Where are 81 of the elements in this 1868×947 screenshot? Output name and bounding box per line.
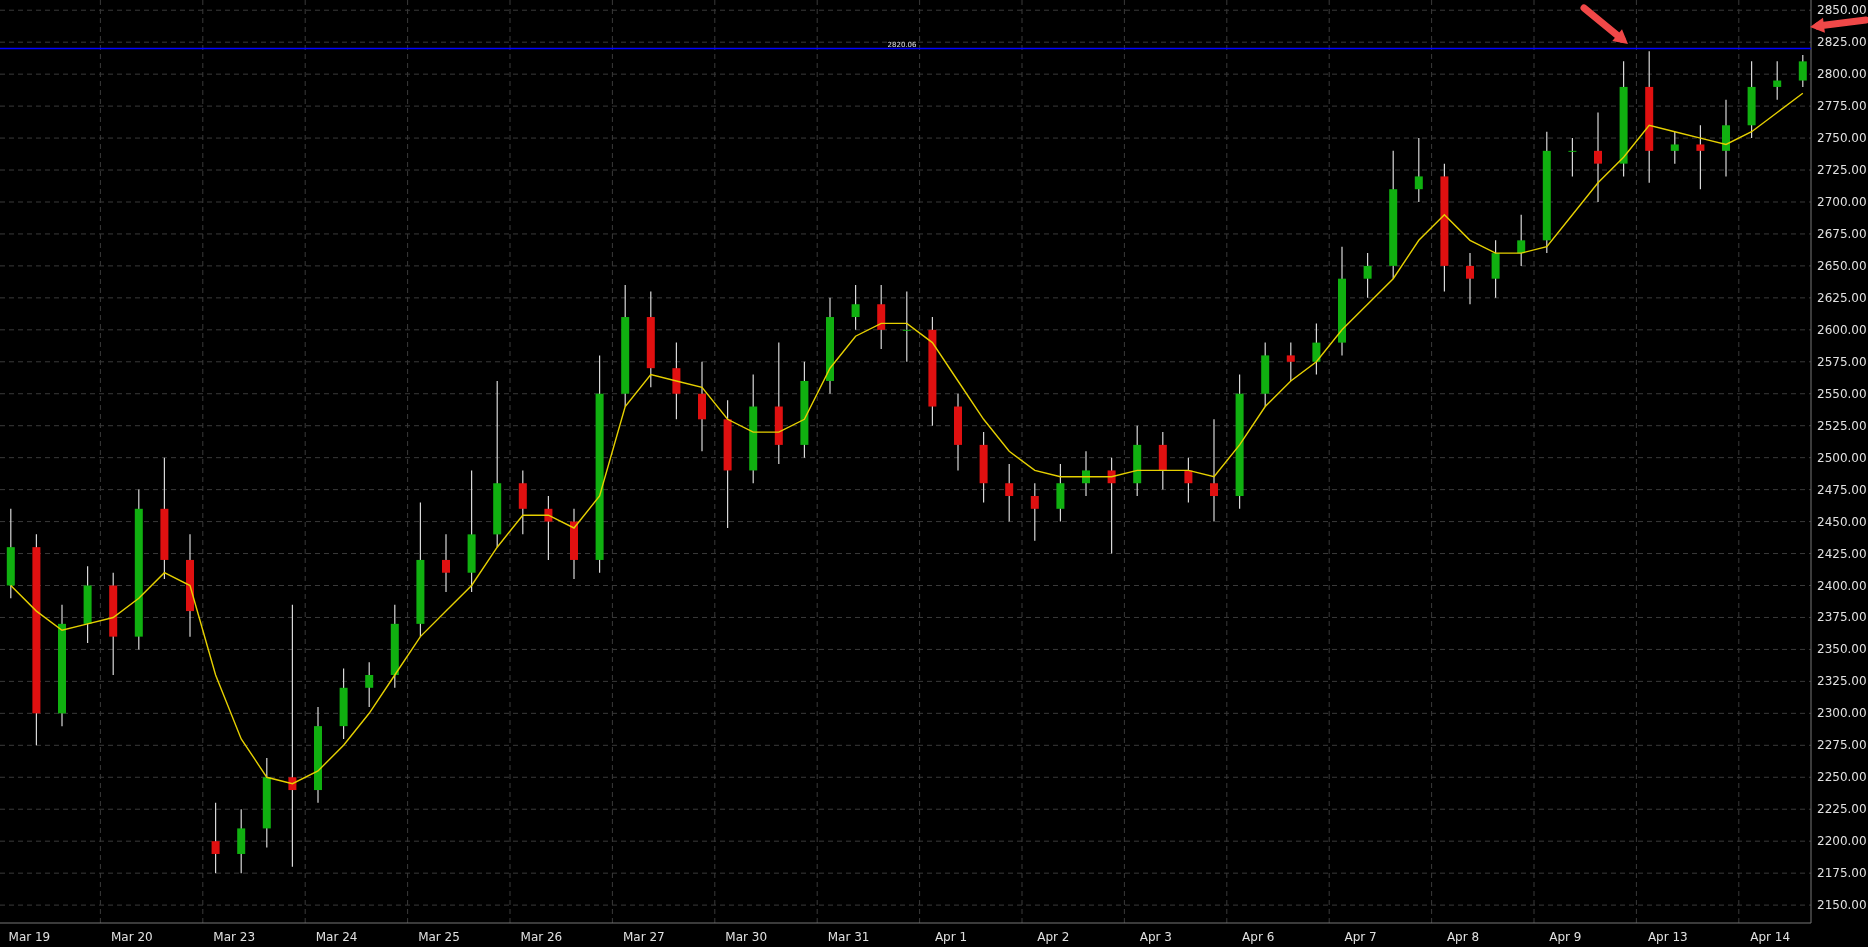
candlestick bbox=[1056, 463, 1065, 523]
y-tick-label: 2850.00 bbox=[1817, 3, 1867, 18]
candlestick bbox=[365, 661, 374, 708]
candlestick bbox=[339, 668, 348, 740]
x-tick-label: Apr 9 bbox=[1549, 930, 1582, 944]
candlestick bbox=[1005, 463, 1014, 523]
candlestick bbox=[1261, 342, 1270, 408]
candlestick bbox=[1696, 124, 1705, 190]
y-tick-label: 2175.00 bbox=[1817, 866, 1867, 881]
y-tick-label: 2800.00 bbox=[1817, 67, 1867, 82]
candlestick bbox=[442, 533, 450, 593]
y-tick-label: 2300.00 bbox=[1817, 706, 1867, 721]
candlestick bbox=[979, 431, 988, 503]
candlestick bbox=[877, 284, 886, 350]
x-tick-label: Apr 1 bbox=[934, 930, 968, 944]
candlestick bbox=[1133, 425, 1142, 497]
candlestick bbox=[544, 495, 553, 561]
y-tick-label: 2475.00 bbox=[1817, 482, 1867, 497]
candlestick bbox=[1030, 482, 1039, 542]
y-tick-label: 2625.00 bbox=[1817, 290, 1867, 305]
x-tick-label: Mar 24 bbox=[315, 930, 358, 944]
x-tick-label: Mar 25 bbox=[418, 930, 460, 944]
y-tick-label: 2350.00 bbox=[1817, 642, 1867, 657]
y-tick-label: 2775.00 bbox=[1817, 99, 1867, 114]
x-tick-label: Apr 14 bbox=[1750, 930, 1791, 944]
x-tick-label: Mar 30 bbox=[725, 930, 768, 944]
annotation-arrow bbox=[1810, 16, 1868, 33]
candlestick bbox=[1082, 450, 1090, 497]
candlestick bbox=[1466, 252, 1474, 305]
x-tick-label: Apr 7 bbox=[1344, 930, 1377, 944]
x-tick-label: Apr 8 bbox=[1446, 930, 1480, 944]
candlestick bbox=[1414, 137, 1423, 203]
candlestick bbox=[1184, 457, 1193, 503]
candlestick bbox=[1312, 322, 1321, 376]
y-tick-label: 2700.00 bbox=[1817, 195, 1867, 209]
y-tick-label: 2200.00 bbox=[1817, 834, 1867, 849]
y-tick-label: 2150.00 bbox=[1817, 898, 1867, 913]
candlestick bbox=[851, 284, 860, 331]
y-tick-label: 2750.00 bbox=[1817, 131, 1867, 146]
candlestick bbox=[1568, 137, 1577, 177]
x-tick-label: Mar 27 bbox=[622, 930, 665, 944]
y-tick-label: 2600.00 bbox=[1817, 322, 1867, 337]
y-tick-label: 2400.00 bbox=[1817, 578, 1867, 593]
x-tick-label: Mar 20 bbox=[110, 930, 153, 944]
candlestick bbox=[1773, 60, 1782, 101]
y-tick-label: 2550.00 bbox=[1817, 386, 1867, 401]
y-tick-label: 2425.00 bbox=[1817, 546, 1867, 561]
price-line[interactable] bbox=[0, 47, 1812, 50]
y-tick-label: 2250.00 bbox=[1817, 770, 1867, 785]
candlestick bbox=[518, 469, 527, 535]
y-tick-label: 2650.00 bbox=[1817, 258, 1867, 273]
y-tick-label: 2275.00 bbox=[1817, 738, 1867, 753]
candlestick bbox=[1798, 54, 1807, 88]
x-tick-label: Mar 19 bbox=[8, 930, 51, 944]
y-tick-label: 2375.00 bbox=[1817, 610, 1867, 625]
x-tick-label: Apr 6 bbox=[1242, 930, 1275, 944]
candlestick bbox=[211, 802, 220, 874]
y-tick-label: 2575.00 bbox=[1817, 354, 1867, 369]
y-tick-label: 2525.00 bbox=[1817, 418, 1867, 433]
candlestick bbox=[1517, 214, 1526, 267]
x-tick-label: Mar 23 bbox=[213, 930, 256, 944]
y-tick-label: 2725.00 bbox=[1817, 163, 1867, 178]
y-tick-label: 2450.00 bbox=[1817, 514, 1867, 529]
x-tick-label: Apr 3 bbox=[1139, 930, 1172, 944]
y-tick-label: 2500.00 bbox=[1817, 450, 1867, 465]
candlestick bbox=[570, 508, 578, 580]
candlestick bbox=[1491, 239, 1500, 299]
annotation-arrow bbox=[1580, 4, 1628, 44]
candlestick bbox=[1158, 431, 1167, 491]
candlestick bbox=[1670, 131, 1679, 165]
candlestick bbox=[237, 808, 246, 874]
candlestick bbox=[1363, 252, 1372, 299]
x-tick-label: Apr 13 bbox=[1647, 930, 1688, 944]
y-tick-label: 2325.00 bbox=[1817, 674, 1867, 689]
x-tick-label: Mar 31 bbox=[827, 930, 870, 944]
y-tick-label: 2825.00 bbox=[1817, 35, 1867, 50]
y-tick-label: 2675.00 bbox=[1817, 226, 1867, 241]
x-tick-label: Mar 26 bbox=[520, 930, 563, 944]
y-tick-label: 2225.00 bbox=[1817, 802, 1867, 817]
candlestick bbox=[1286, 342, 1295, 382]
x-tick-label: Apr 2 bbox=[1037, 930, 1070, 944]
